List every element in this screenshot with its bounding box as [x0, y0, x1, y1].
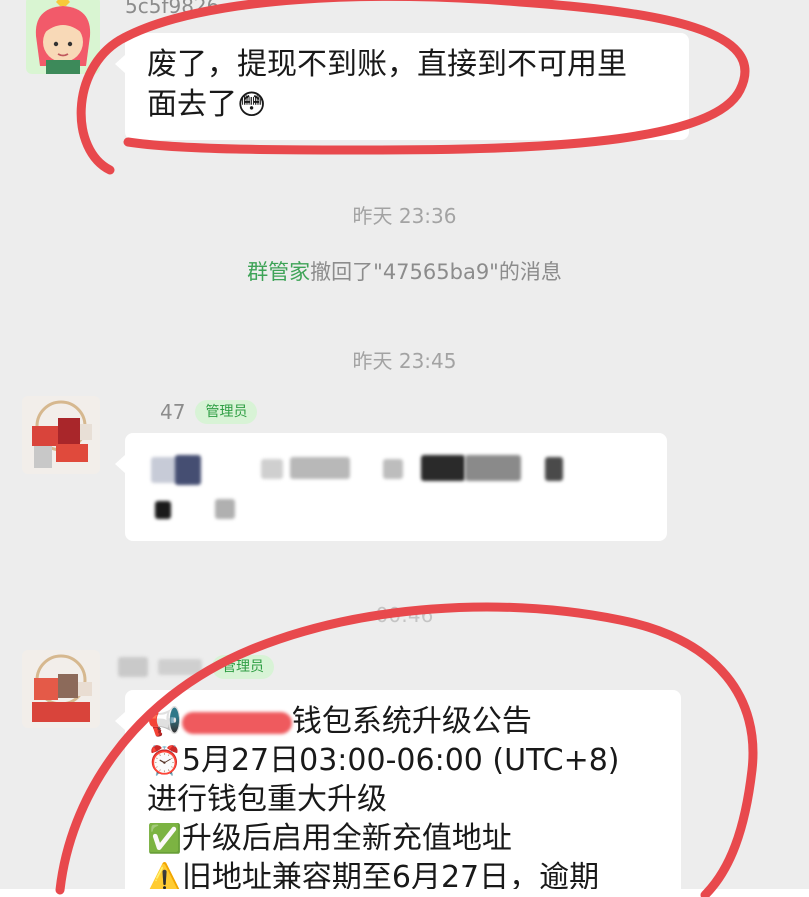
message-bubble-redacted[interactable]: [115, 433, 667, 541]
admin-badge: 管理员: [195, 400, 258, 424]
system-message: 群管家撤回了"47565ba9"的消息: [0, 256, 809, 286]
bottom-edge: [0, 889, 809, 897]
message-bubble[interactable]: 废了，提现不到账，直接到不可用里 面去了😳: [115, 33, 689, 140]
redacted-block: [545, 457, 563, 481]
redacted-block: [215, 499, 235, 519]
message-text: 面去了: [147, 87, 237, 122]
sender-name: 管理员: [118, 655, 274, 679]
alarm-clock-emoji-icon: ⏰: [147, 744, 182, 777]
redacted-block: [181, 711, 292, 734]
megaphone-emoji-icon: 📢: [147, 705, 182, 738]
admin-badge: 管理员: [212, 655, 274, 679]
system-actor: 群管家: [247, 260, 311, 284]
avatar[interactable]: [26, 0, 100, 74]
redacted-block: [261, 459, 283, 479]
sender-id: 5c5f9826: [125, 0, 220, 18]
system-text: 撤回了"47565ba9"的消息: [310, 260, 562, 284]
timestamp: 昨天 23:36: [352, 204, 457, 228]
flushed-face-emoji-icon: 😳: [237, 88, 267, 121]
redacted-block: [118, 657, 148, 677]
redacted-block: [175, 455, 201, 485]
redacted-block: [155, 501, 171, 519]
message-line: 面去了😳: [147, 85, 689, 125]
redacted-block: [421, 455, 465, 481]
avatar[interactable]: [22, 396, 100, 474]
message-text: 5月27日03:00-06:00 (UTC+8): [181, 743, 620, 778]
message-bubble[interactable]: 📢 钱包系统升级公告 ⏰5月27日03:00-06:00 (UTC+8) 进行钱包…: [115, 690, 681, 897]
redacted-block: [465, 455, 521, 481]
cartoon-avatar-icon: [26, 0, 100, 74]
timestamp: 00:46: [375, 603, 434, 627]
redacted-block: [158, 659, 202, 675]
message-line: 📢 钱包系统升级公告: [147, 702, 681, 741]
message-text: 钱包系统升级公告: [291, 704, 532, 739]
message-line: 废了，提现不到账，直接到不可用里: [147, 47, 627, 82]
sender-name: 5c5f9826: [125, 0, 219, 18]
message-line: 进行钱包重大升级: [147, 782, 387, 817]
message-line: ✅升级后启用全新充值地址: [147, 819, 681, 858]
pixelated-avatar-icon: [22, 650, 100, 728]
sender-name: 47 管理员: [160, 400, 258, 424]
redacted-block: [290, 457, 350, 479]
redacted-block: [383, 459, 403, 479]
message-text: 升级后启用全新充值地址: [181, 821, 512, 856]
sender-id: 47: [160, 400, 186, 424]
chat-view: 5c5f9826 废了，提现不到账，直接到不可用里 面去了😳 昨天 23:36 …: [0, 0, 809, 897]
timestamp: 昨天 23:45: [352, 349, 457, 373]
message-line: ⏰5月27日03:00-06:00 (UTC+8): [147, 741, 681, 780]
avatar[interactable]: [22, 650, 100, 728]
check-mark-emoji-icon: ✅: [147, 822, 182, 855]
pixelated-avatar-icon: [22, 396, 100, 474]
